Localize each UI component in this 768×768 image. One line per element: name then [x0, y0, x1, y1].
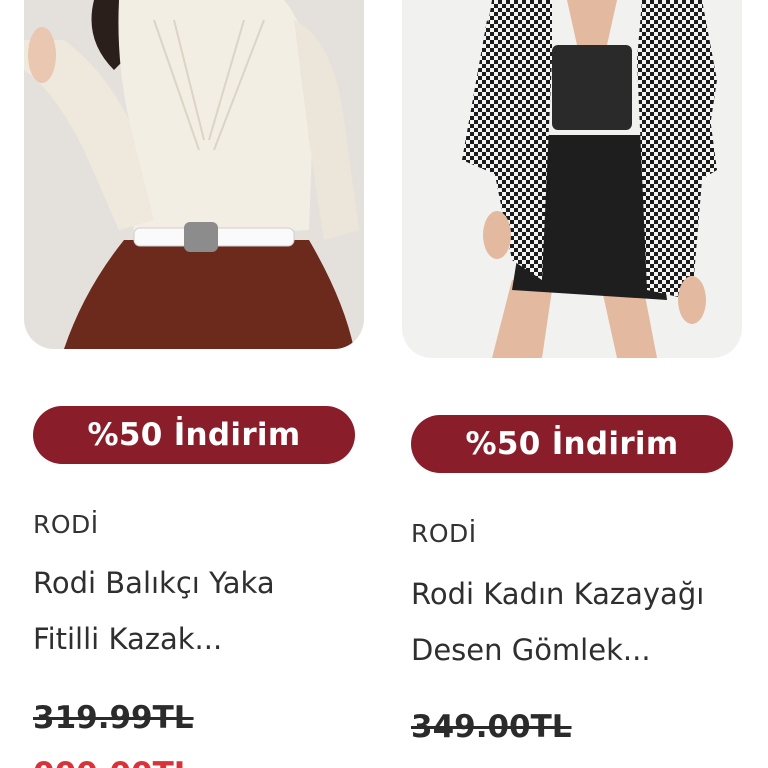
product-image[interactable] [402, 0, 742, 358]
product-brand: RODİ [411, 519, 477, 548]
product-brand: RODİ [33, 510, 99, 539]
product-name-line: Rodi Balıkçı Yaka [33, 566, 275, 600]
old-price: 319.99TL [33, 700, 194, 736]
product-card[interactable]: %50 İndirim RODİ Rodi Balıkçı Yaka Fitil… [24, 0, 364, 768]
product-name-line: Rodi Kadın Kazayağı [411, 577, 705, 611]
product-card[interactable]: %50 İndirim RODİ Rodi Kadın Kazayağı Des… [402, 0, 742, 768]
product-name-line: Fitilli Kazak... [33, 622, 223, 656]
product-name[interactable]: Rodi Kadın Kazayağı Desen Gömlek... [411, 566, 741, 678]
product-grid: %50 İndirim RODİ Rodi Balıkçı Yaka Fitil… [0, 0, 768, 768]
product-name[interactable]: Rodi Balıkçı Yaka Fitilli Kazak... [33, 555, 363, 667]
sale-price: 000.00TL [33, 756, 194, 768]
product-name-line: Desen Gömlek... [411, 633, 651, 667]
discount-badge: %50 İndirim [411, 415, 733, 473]
old-price: 349.00TL [411, 709, 572, 745]
product-image[interactable] [24, 0, 364, 349]
discount-badge: %50 İndirim [33, 406, 355, 464]
